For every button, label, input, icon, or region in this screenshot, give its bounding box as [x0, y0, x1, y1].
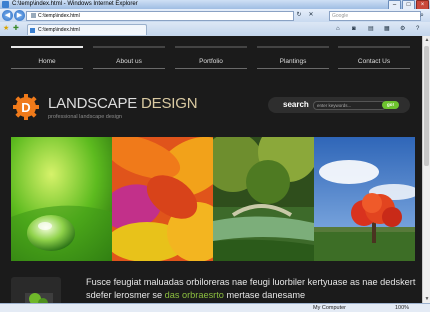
news-link[interactable]: das orbraesrto [165, 290, 224, 300]
ie-icon [2, 1, 9, 8]
menu-bottom-line [257, 68, 329, 69]
menu-bottom-line [93, 68, 165, 69]
flowering-tree-image [314, 137, 415, 261]
menu-item-home[interactable]: Home [11, 46, 83, 70]
brand-part-1: LANDSCAPE [48, 95, 138, 112]
status-zone: My Computer [313, 305, 347, 311]
site-search-go-button[interactable]: go! [382, 101, 399, 109]
address-input[interactable]: C:\temp\index.html [26, 11, 294, 21]
flower-petals-image [112, 137, 213, 261]
site-search-input[interactable]: enter keywords... [313, 101, 386, 110]
menu-label: Contact Us [357, 58, 391, 65]
scrollbar-thumb[interactable] [424, 46, 429, 166]
feeds-icon[interactable]: ◙ [352, 25, 356, 33]
svg-text:D: D [21, 100, 30, 115]
menu-item-plantings[interactable]: Plantings [257, 46, 329, 70]
status-bar: My Computer 100% [0, 303, 430, 312]
page-menu-icon[interactable]: ▦ [384, 25, 390, 33]
logo-gear-icon[interactable]: D [12, 93, 40, 121]
scroll-up-arrow-icon[interactable]: ▲ [423, 36, 430, 44]
tabs-toolbar: ★ ✚ C:\temp\index.html ⌂ ◙ ▤ ▦ ⚙ ? [0, 22, 430, 36]
forward-button[interactable]: ▶ [14, 10, 25, 21]
scroll-down-arrow-icon[interactable]: ▼ [423, 295, 430, 303]
gallery-image-water-drop[interactable] [11, 137, 112, 261]
brand-part-2: DESIGN [141, 95, 198, 112]
menu-bottom-line [11, 68, 83, 69]
news-thumbnail[interactable] [11, 277, 61, 303]
menu-bottom-line [175, 68, 247, 69]
tab-active[interactable]: C:\temp\index.html [27, 24, 147, 35]
news-thumbnail-icon [25, 293, 53, 303]
menu-top-line [93, 46, 165, 48]
add-favorite-icon[interactable]: ✚ [13, 25, 19, 33]
help-icon[interactable]: ? [416, 25, 419, 33]
menu-top-line [175, 46, 247, 48]
search-icon[interactable]: ⌕ [420, 11, 429, 20]
news-text: Fusce feugiat maluadas orbiloreras nae f… [86, 276, 416, 302]
search-input[interactable]: Google [329, 11, 421, 21]
gallery-image-flower[interactable] [112, 137, 213, 261]
menu-bottom-line [338, 68, 410, 69]
menu-top-line [257, 46, 329, 48]
brand-name[interactable]: LANDSCAPE DESIGN [48, 95, 198, 112]
menu-label: Plantings [279, 58, 307, 65]
menu-top-line [338, 46, 410, 48]
zoom-level[interactable]: 100% [395, 304, 409, 312]
menu-label: About us [116, 58, 142, 65]
window-title-bar: C:\temp\index.html - Windows Internet Ex… [0, 0, 430, 10]
gallery-image-tree[interactable] [314, 137, 415, 261]
menu-label: Home [38, 58, 56, 65]
search-placeholder: Google [332, 13, 349, 19]
home-icon[interactable]: ⌂ [336, 25, 340, 33]
garden-bridge-image [213, 137, 314, 261]
stop-button[interactable]: ✕ [306, 11, 316, 20]
menu-item-portfolio[interactable]: Portfolio [175, 46, 247, 70]
gallery-image-garden-bridge[interactable] [213, 137, 314, 261]
menu-item-contact[interactable]: Contact Us [338, 46, 410, 70]
tab-title: C:\temp\index.html [38, 27, 80, 33]
water-drop-image [11, 137, 112, 261]
address-value: C:\temp\index.html [38, 13, 80, 19]
tab-page-icon [30, 28, 35, 33]
menu-top-line [11, 46, 83, 48]
address-toolbar: ◀ ▶ C:\temp\index.html ↻ ✕ Google ⌕ [0, 9, 430, 22]
refresh-button[interactable]: ↻ [294, 11, 304, 20]
news-text-part-2: mertase danesame [223, 290, 306, 300]
window-title: C:\temp\index.html - Windows Internet Ex… [12, 1, 138, 7]
page-viewport: Home About us Portfolio Plantings Contac… [0, 36, 422, 303]
print-icon[interactable]: ▤ [368, 25, 374, 33]
vertical-scrollbar[interactable]: ▲ ▼ [422, 36, 430, 303]
tools-menu-icon[interactable]: ⚙ [400, 25, 405, 33]
site-search-label: search [283, 100, 309, 109]
menu-item-about[interactable]: About us [93, 46, 165, 70]
menu-label: Portfolio [199, 58, 223, 65]
page-icon [31, 13, 36, 19]
tagline: professional landscape design [48, 114, 122, 120]
back-button[interactable]: ◀ [2, 10, 13, 21]
favorites-star-icon[interactable]: ★ [3, 25, 9, 33]
